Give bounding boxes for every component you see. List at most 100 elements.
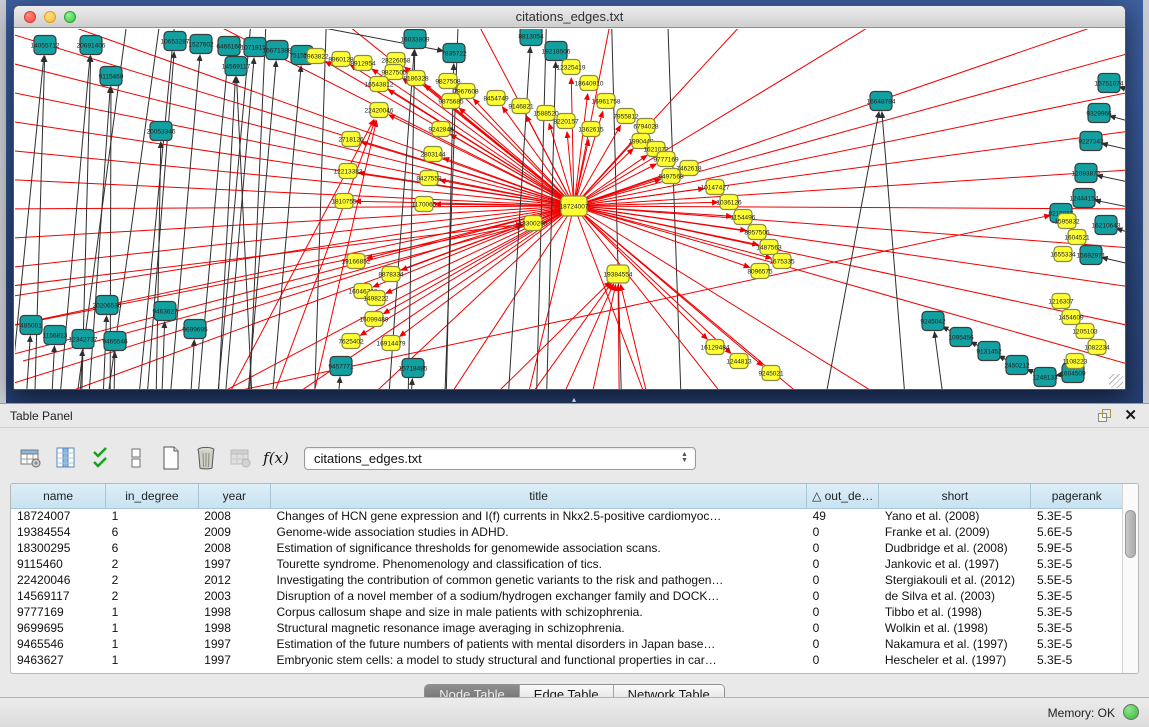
panel-splitter-grip[interactable]: ▴ [568, 396, 580, 403]
network-view-window[interactable]: citations_edges.txt 18724007193845541830… [13, 5, 1126, 390]
table-row[interactable]: 1938455462009Genome-wide association stu… [11, 524, 1123, 540]
graph-node[interactable]: 8427552 [416, 171, 442, 186]
graph-node[interactable]: 9777169 [653, 152, 679, 167]
graph-node[interactable]: 8186328 [403, 71, 429, 86]
graph-node[interactable]: 1036126 [716, 195, 742, 210]
graph-node[interactable]: 9146821 [508, 99, 534, 114]
graph-node[interactable]: 20053346 [147, 122, 176, 141]
graph-node[interactable]: 1108223 [1063, 354, 1088, 369]
graph-node[interactable]: 20206536 [93, 296, 122, 315]
graph-node[interactable]: 9245042 [920, 312, 946, 331]
graph-node[interactable]: 10147427 [701, 180, 730, 195]
graph-node[interactable]: 7462618 [676, 161, 702, 176]
graph-node[interactable]: 12093872 [1072, 164, 1101, 183]
graph-node[interactable]: 1244813 [726, 354, 752, 369]
graph-node[interactable]: 1082234 [1084, 340, 1110, 355]
table-row[interactable]: 1830029562008Estimation of significance … [11, 540, 1123, 556]
unselect-rows-icon[interactable] [123, 445, 149, 471]
column-header-out_de[interactable]: △ out_de… [807, 484, 879, 508]
graph-node[interactable]: 9245021 [758, 366, 784, 381]
graph-node[interactable]: 8957506 [744, 225, 770, 240]
window-titlebar[interactable]: citations_edges.txt [14, 6, 1125, 28]
graph-node[interactable]: 8912954 [350, 56, 376, 71]
graph-node[interactable]: 485001 [20, 316, 42, 335]
graph-node[interactable]: 9227343 [1078, 132, 1104, 151]
graph-node[interactable]: 6794028 [633, 119, 659, 134]
graph-node[interactable]: 10653287 [161, 32, 190, 51]
table-selector-dropdown[interactable]: citations_edges.txt ▲▼ [304, 447, 696, 470]
graph-node[interactable]: 1595832 [1054, 214, 1080, 229]
table-row[interactable]: 946554611997Estimation of the future num… [11, 636, 1123, 652]
graph-node[interactable]: 9115460 [99, 67, 124, 86]
graph-node[interactable]: 1154496 [731, 210, 756, 225]
graph-node[interactable]: 8878334 [378, 267, 404, 282]
table-row[interactable]: 1872400712008Changes of HCN gene express… [11, 508, 1123, 524]
graph-node[interactable]: 16914479 [377, 336, 406, 351]
table-mode-icon[interactable] [18, 445, 44, 471]
graph-node[interactable]: 9131452 [976, 342, 1002, 361]
graph-node[interactable]: 9463627 [152, 302, 178, 321]
graph-node[interactable]: 8454749 [483, 91, 509, 106]
table-row[interactable]: 969969511998Structural magnetic resonanc… [11, 620, 1123, 636]
graph-node[interactable]: 20691406 [77, 36, 106, 55]
graph-node[interactable]: 1487563 [756, 240, 782, 255]
graph-node[interactable]: 9465546 [102, 332, 128, 351]
graph-node[interactable]: 16648784 [867, 92, 896, 111]
table-row[interactable]: 911546021997Tourette syndrome. Phenomeno… [11, 556, 1123, 572]
table-row[interactable]: 2242004622012Investigating the contribut… [11, 572, 1123, 588]
graph-node[interactable]: 14569117 [222, 57, 251, 76]
close-panel-icon[interactable]: ✕ [1124, 406, 1137, 424]
graph-node[interactable]: 1248133 [1032, 368, 1058, 387]
graph-node[interactable]: 8096575 [747, 264, 773, 279]
graph-node[interactable]: 8220157 [553, 114, 579, 129]
graph-node[interactable]: 16210643 [1092, 216, 1121, 235]
graph-node[interactable]: 8813054 [518, 29, 544, 46]
graph-node[interactable]: 16033809 [401, 30, 430, 49]
float-panel-icon[interactable] [1098, 409, 1111, 422]
graph-node[interactable]: 16671388 [263, 41, 292, 60]
graph-node[interactable]: 1216307 [1048, 294, 1074, 309]
graph-node[interactable]: 1095456 [948, 328, 974, 347]
graph-node[interactable]: 1527602 [188, 35, 214, 54]
graph-node[interactable]: 2450212 [1004, 356, 1030, 375]
graph-node[interactable]: 12444154 [1070, 189, 1099, 208]
table-header-row[interactable]: namein_degreeyeartitle△ out_de…shortpage… [11, 484, 1123, 508]
graph-node[interactable]: 2718126 [338, 132, 364, 147]
graph-node[interactable]: 9875685 [438, 94, 464, 109]
graph-node[interactable]: 1498222 [363, 291, 389, 306]
graph-node[interactable]: 7625402 [338, 334, 364, 349]
scrollbar-thumb[interactable] [1125, 510, 1136, 558]
graph-node[interactable]: 9699695 [182, 320, 208, 339]
table-row[interactable]: 1456911722003Disruption of a novel membe… [11, 588, 1123, 604]
column-header-title[interactable]: title [271, 484, 807, 508]
graph-node[interactable]: 12325419 [557, 60, 586, 75]
graph-node[interactable]: 1205103 [1072, 324, 1098, 339]
delete-trash-icon[interactable] [193, 445, 219, 471]
graph-node[interactable]: 16129484 [701, 340, 730, 355]
graph-node[interactable]: 19384554 [604, 265, 633, 283]
graph-node[interactable]: 9329966 [1086, 104, 1112, 123]
table-row[interactable]: 946362711997Embryonic stem cells: a mode… [11, 652, 1123, 668]
column-header-pagerank[interactable]: pagerank [1031, 484, 1123, 508]
graph-node[interactable]: 15751074 [1095, 74, 1124, 93]
graph-node[interactable]: 1156813 [43, 326, 68, 345]
network-canvas[interactable]: 1872400719384554183002951405571220691406… [15, 29, 1125, 390]
select-all-checks-icon[interactable] [88, 445, 114, 471]
table-vertical-scrollbar[interactable] [1122, 484, 1138, 673]
graph-node[interactable]: 1655334 [1050, 247, 1076, 262]
graph-node[interactable]: 16099489 [360, 312, 389, 327]
graph-node[interactable]: 1170065 [412, 197, 437, 212]
citation-network-graph[interactable]: 1872400719384554183002951405571220691406… [15, 29, 1125, 390]
new-table-icon[interactable] [158, 445, 184, 471]
graph-node[interactable]: 9457771 [328, 357, 354, 376]
graph-node[interactable]: 1604521 [1064, 230, 1090, 245]
graph-node[interactable]: 15692971 [1077, 246, 1106, 265]
graph-node[interactable]: 19218506 [542, 42, 571, 61]
column-header-in_degree[interactable]: in_degree [106, 484, 199, 508]
function-builder-icon[interactable]: f(x) [263, 445, 289, 471]
window-resize-grip[interactable] [1109, 374, 1123, 388]
graph-node[interactable]: 7963822 [303, 49, 329, 64]
graph-node[interactable]: 12342737 [69, 330, 98, 349]
graph-node[interactable]: 7835722 [441, 44, 467, 63]
graph-node[interactable]: 9242848 [428, 122, 454, 137]
